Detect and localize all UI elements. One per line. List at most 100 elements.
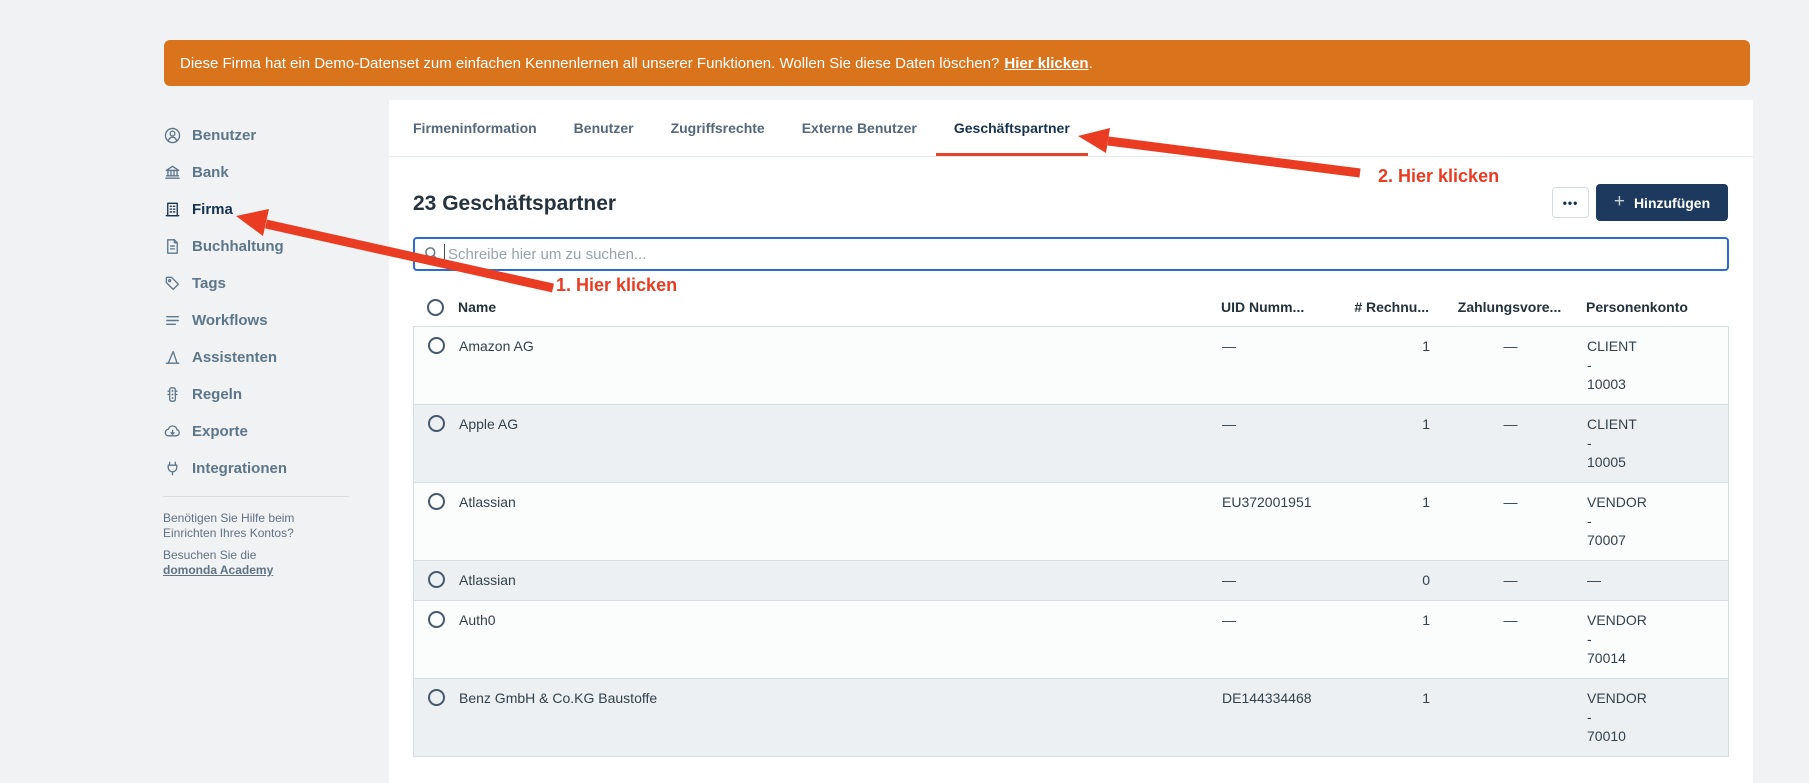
row-radio[interactable] [428, 611, 445, 628]
sidebar-item-label: Bank [192, 164, 229, 181]
app-window: Diese Firma hat ein Demo-Datenset zum ei… [0, 0, 1809, 783]
table-row[interactable]: Apple AG — 1 — CLIENT - 10005 [414, 404, 1728, 482]
cell-account: VENDOR - 70007 [1587, 493, 1730, 550]
tag-icon [163, 274, 182, 293]
cell-name: Atlassian [459, 571, 1222, 590]
cell-invoices: 1 [1339, 493, 1434, 512]
cell-uid: EU372001951 [1222, 493, 1339, 512]
table-header: Name UID Numm... # Rechnu... Zahlungsvor… [413, 288, 1729, 326]
cell-account: — [1587, 571, 1730, 590]
cell-name: Amazon AG [459, 337, 1222, 356]
column-header-payment: Zahlungsvore... [1433, 298, 1586, 317]
row-radio[interactable] [428, 415, 445, 432]
sidebar-item-firma[interactable]: Firma [163, 191, 373, 228]
wizard-hat-icon [163, 348, 182, 367]
domonda-academy-link[interactable]: domonda Academy [163, 563, 273, 577]
ellipsis-icon: ••• [1563, 196, 1579, 210]
cell-account: CLIENT - 10005 [1587, 415, 1730, 472]
tab-label: Firmeninformation [413, 120, 537, 136]
table-row[interactable]: Benz GmbH & Co.KG Baustoffe DE144334468 … [414, 678, 1728, 756]
row-radio[interactable] [428, 689, 445, 706]
cell-payment: — [1434, 493, 1587, 512]
sidebar-item-label: Assistenten [192, 349, 277, 366]
cell-account: VENDOR - 70014 [1587, 611, 1730, 668]
partner-table: Amazon AG — 1 — CLIENT - 10003 Apple AG … [413, 326, 1729, 757]
sidebar-item-label: Firma [192, 201, 233, 218]
page-title: 23 Geschäftspartner [413, 192, 616, 216]
sidebar-item-integrationen[interactable]: Integrationen [163, 450, 373, 487]
sidebar-item-bank[interactable]: Bank [163, 154, 373, 191]
sidebar-item-assistenten[interactable]: Assistenten [163, 339, 373, 376]
cell-payment: — [1434, 611, 1587, 630]
banner-delete-link[interactable]: Hier klicken [1004, 55, 1088, 72]
cell-uid: — [1222, 611, 1339, 630]
cloud-download-icon [163, 422, 182, 441]
traffic-light-icon [163, 385, 182, 404]
tab-externe-benutzer[interactable]: Externe Benutzer [802, 100, 917, 156]
cell-invoices: 1 [1339, 611, 1434, 630]
column-header-name: Name [458, 298, 1221, 317]
add-partner-button[interactable]: + Hinzufügen [1596, 184, 1728, 221]
row-radio[interactable] [428, 571, 445, 588]
tab-benutzer[interactable]: Benutzer [574, 100, 634, 156]
row-radio[interactable] [428, 493, 445, 510]
add-button-label: Hinzufügen [1634, 195, 1710, 211]
banner-message: Diese Firma hat ein Demo-Datenset zum ei… [180, 55, 999, 72]
table-row[interactable]: Auth0 — 1 — VENDOR - 70014 [414, 600, 1728, 678]
sidebar-item-exporte[interactable]: Exporte [163, 413, 373, 450]
cell-name: Apple AG [459, 415, 1222, 434]
sidebar-item-label: Workflows [192, 312, 268, 329]
search-bar [413, 237, 1729, 271]
plug-icon [163, 459, 182, 478]
tab-geschaeftspartner[interactable]: Geschäftspartner [954, 100, 1070, 156]
tab-label: Externe Benutzer [802, 120, 917, 136]
sidebar-item-label: Integrationen [192, 460, 287, 477]
cell-uid: — [1222, 415, 1339, 434]
sidebar-item-benutzer[interactable]: Benutzer [163, 117, 373, 154]
cell-uid: DE144334468 [1222, 689, 1339, 708]
list-icon [163, 311, 182, 330]
sidebar-item-label: Benutzer [192, 127, 256, 144]
select-all-radio[interactable] [427, 299, 444, 316]
table-row[interactable]: Atlassian — 0 — — [414, 560, 1728, 600]
sidebar-item-label: Exporte [192, 423, 248, 440]
cell-payment: — [1434, 571, 1587, 590]
banner-suffix: . [1089, 55, 1093, 72]
cell-invoices: 1 [1339, 689, 1434, 708]
sidebar-item-workflows[interactable]: Workflows [163, 302, 373, 339]
row-radio[interactable] [428, 337, 445, 354]
tab-firmeninformation[interactable]: Firmeninformation [413, 100, 537, 156]
sidebar-item-label: Buchhaltung [192, 238, 284, 255]
cell-name: Atlassian [459, 493, 1222, 512]
cell-uid: — [1222, 571, 1339, 590]
sidebar-divider [163, 496, 349, 497]
more-actions-button[interactable]: ••• [1552, 187, 1589, 218]
cell-name: Benz GmbH & Co.KG Baustoffe [459, 689, 1222, 708]
help-question-line1: Benötigen Sie Hilfe beim [163, 511, 353, 526]
sidebar-help: Benötigen Sie Hilfe beim Einrichten Ihre… [163, 511, 353, 578]
search-input[interactable] [413, 237, 1729, 271]
column-header-invoices: # Rechnu... [1338, 298, 1433, 317]
text-caret [444, 244, 445, 264]
sidebar-item-tags[interactable]: Tags [163, 265, 373, 302]
sidebar-item-buchhaltung[interactable]: Buchhaltung [163, 228, 373, 265]
cell-uid: — [1222, 337, 1339, 356]
cell-payment: — [1434, 337, 1587, 356]
demo-data-banner: Diese Firma hat ein Demo-Datenset zum ei… [164, 40, 1750, 86]
tab-label: Zugriffsrechte [671, 120, 765, 136]
sidebar-item-regeln[interactable]: Regeln [163, 376, 373, 413]
cell-account: VENDOR - 70010 [1587, 689, 1730, 746]
plus-icon: + [1614, 192, 1625, 211]
tab-zugriffsrechte[interactable]: Zugriffsrechte [671, 100, 765, 156]
user-icon [163, 126, 182, 145]
cell-name: Auth0 [459, 611, 1222, 630]
sidebar-item-label: Regeln [192, 386, 242, 403]
help-visit-text: Besuchen Sie die [163, 548, 353, 563]
table-row[interactable]: Atlassian EU372001951 1 — VENDOR - 70007 [414, 482, 1728, 560]
table-row[interactable]: Amazon AG — 1 — CLIENT - 10003 [414, 327, 1728, 404]
invoice-icon [163, 237, 182, 256]
help-question-line2: Einrichten Ihres Kontos? [163, 526, 353, 541]
sidebar-item-label: Tags [192, 275, 226, 292]
building-icon [163, 200, 182, 219]
settings-sidebar: Benutzer Bank Firma Buchhaltung Tags [163, 117, 373, 487]
